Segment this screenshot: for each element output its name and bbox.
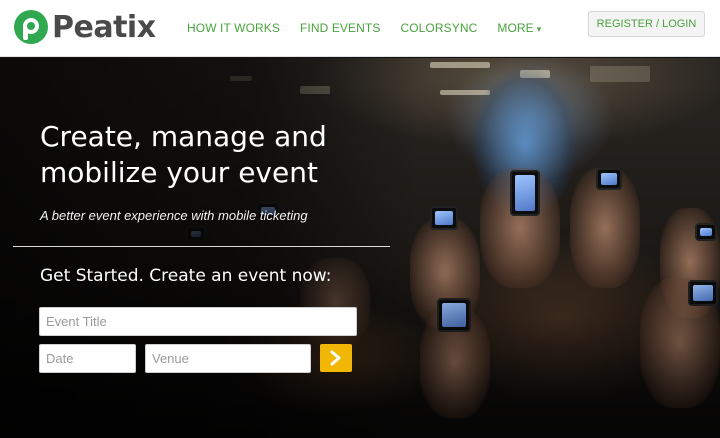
- date-input[interactable]: [39, 344, 136, 373]
- top-header: Peatix HOW IT WORKS FIND EVENTS COLORSYN…: [0, 0, 720, 57]
- logo-text: Peatix: [52, 9, 156, 45]
- hero-section: Create, manage and mobilize your event A…: [0, 58, 720, 438]
- caret-down-icon: ▾: [536, 24, 542, 34]
- hero-subhead: A better event experience with mobile ti…: [40, 208, 308, 223]
- nav-find-events[interactable]: FIND EVENTS: [300, 21, 380, 35]
- peatix-logo[interactable]: Peatix: [14, 9, 156, 45]
- hero-divider: [13, 246, 390, 247]
- venue-input[interactable]: [145, 344, 311, 373]
- nav-colorsync[interactable]: COLORSYNC: [400, 21, 477, 35]
- nav-how-it-works[interactable]: HOW IT WORKS: [187, 21, 280, 35]
- event-title-input[interactable]: [39, 307, 357, 336]
- nav-more[interactable]: MORE ▾: [497, 21, 541, 35]
- nav-more-label: MORE: [497, 21, 534, 35]
- register-login-button[interactable]: REGISTER / LOGIN: [588, 11, 705, 37]
- chevron-right-icon: [330, 350, 341, 366]
- peatix-p-icon: [14, 10, 48, 44]
- headline-line-1: Create, manage and: [40, 120, 327, 153]
- create-event-submit-button[interactable]: [320, 344, 352, 372]
- headline-line-2: mobilize your event: [40, 156, 318, 189]
- main-nav: HOW IT WORKS FIND EVENTS COLORSYNC MORE ▾: [187, 21, 561, 35]
- hero-headline: Create, manage and mobilize your event: [40, 119, 380, 191]
- get-started-heading: Get Started. Create an event now:: [40, 266, 332, 286]
